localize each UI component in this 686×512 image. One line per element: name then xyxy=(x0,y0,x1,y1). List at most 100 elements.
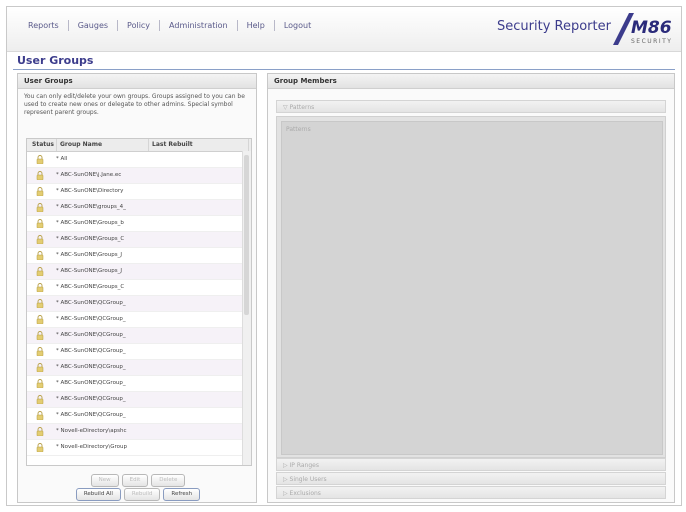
nav-logout[interactable]: Logout xyxy=(275,20,320,31)
last-rebuilt-cell xyxy=(144,248,240,263)
lock-icon xyxy=(27,216,53,231)
lock-icon xyxy=(27,376,53,391)
nav-help[interactable]: Help xyxy=(238,20,275,31)
panel-description: You can only edit/delete your own groups… xyxy=(24,93,245,116)
last-rebuilt-cell xyxy=(144,408,240,423)
nav-gauges[interactable]: Gauges xyxy=(69,20,119,31)
group-name-cell: * ABC-SunONE\Directory xyxy=(56,188,124,194)
app-window: Reports Gauges Policy Administration Hel… xyxy=(6,6,682,506)
table-row[interactable]: * Novell-eDirectory\apshc xyxy=(27,424,251,440)
last-rebuilt-cell xyxy=(144,216,240,231)
table-row[interactable]: * ABC-SunONE\QCGroup_ xyxy=(27,312,251,328)
nav-policy[interactable]: Policy xyxy=(118,20,161,31)
last-rebuilt-cell xyxy=(144,168,240,183)
last-rebuilt-cell xyxy=(144,296,240,311)
lock-icon xyxy=(27,232,53,247)
group-name-cell: * Novell-eDirectory\apshc xyxy=(56,428,127,434)
lock-icon xyxy=(27,392,53,407)
group-members-panel: Group Members ▽ Patterns Patterns ▷ IP R… xyxy=(267,73,675,503)
svg-text:SECURITY: SECURITY xyxy=(631,38,672,45)
table-row[interactable]: * ABC-SunONE\Groups_J xyxy=(27,248,251,264)
lock-icon xyxy=(27,408,53,423)
patterns-inner-label: Patterns xyxy=(286,126,311,133)
last-rebuilt-cell xyxy=(144,184,240,199)
column-status[interactable]: Status xyxy=(27,139,57,151)
lock-icon xyxy=(27,184,53,199)
last-rebuilt-cell xyxy=(144,392,240,407)
table-row[interactable]: * ABC-SunONE\QCGroup_ xyxy=(27,296,251,312)
group-name-cell: * ABC-SunONE\QCGroup_ xyxy=(56,380,126,386)
last-rebuilt-cell xyxy=(144,424,240,439)
lock-icon xyxy=(27,264,53,279)
last-rebuilt-cell xyxy=(144,200,240,215)
group-name-cell: * ABC-SunONE\QCGroup_ xyxy=(56,316,126,322)
lock-icon xyxy=(27,360,53,375)
new-button[interactable]: New xyxy=(90,474,119,487)
main-nav: Reports Gauges Policy Administration Hel… xyxy=(19,20,320,31)
table-row[interactable]: * ABC-SunONE\QCGroup_ xyxy=(27,344,251,360)
lock-icon xyxy=(27,440,53,455)
section-patterns[interactable]: ▽ Patterns xyxy=(276,100,666,113)
lock-icon xyxy=(27,296,53,311)
table-row[interactable]: * ABC-SunONE\Groups_C xyxy=(27,280,251,296)
delete-button[interactable]: Delete xyxy=(151,474,186,487)
lock-icon xyxy=(27,424,53,439)
last-rebuilt-cell xyxy=(144,312,240,327)
lock-icon xyxy=(27,344,53,359)
nav-reports[interactable]: Reports xyxy=(19,20,69,31)
section-single-users[interactable]: ▷ Single Users xyxy=(276,472,666,485)
button-row-rebuild: Rebuild All Rebuild Refresh xyxy=(18,488,258,501)
last-rebuilt-cell xyxy=(144,376,240,391)
section-patterns-label: Patterns xyxy=(289,104,315,111)
scrollbar-thumb[interactable] xyxy=(244,155,249,315)
edit-button[interactable]: Edit xyxy=(121,474,149,487)
last-rebuilt-cell xyxy=(144,232,240,247)
group-name-cell: * ABC-SunONE\Groups_C xyxy=(56,284,125,290)
rebuild-button[interactable]: Rebuild xyxy=(123,488,161,501)
column-last-rebuilt[interactable]: Last Rebuilt xyxy=(149,139,249,151)
table-row[interactable]: * ABC-SunONE\groups_4_ xyxy=(27,200,251,216)
table-row[interactable]: * Novell-eDirectory\Group xyxy=(27,440,251,456)
table-row[interactable]: * ABC-SunONE\Groups_b xyxy=(27,216,251,232)
section-exclusions-label: Exclusions xyxy=(289,490,321,497)
table-row[interactable]: * ABC-SunONE\QCGroup_ xyxy=(27,328,251,344)
lock-icon xyxy=(27,152,53,167)
last-rebuilt-cell xyxy=(144,280,240,295)
table-row[interactable]: * ABC-SunONE\QCGroup_ xyxy=(27,360,251,376)
page-title: User Groups xyxy=(17,54,94,67)
group-name-cell: * ABC-SunONE\Groups_C xyxy=(56,236,125,242)
table-scrollbar[interactable] xyxy=(242,151,251,465)
group-name-cell: * Novell-eDirectory\Group xyxy=(56,444,127,450)
button-row-edit: New Edit Delete xyxy=(18,474,258,487)
column-group-name[interactable]: Group Name xyxy=(57,139,149,151)
user-groups-panel-header: User Groups xyxy=(18,74,256,89)
group-name-cell: * ABC-SunONE\Groups_b xyxy=(56,220,124,226)
user-groups-panel: User Groups You can only edit/delete you… xyxy=(17,73,257,503)
table-row[interactable]: * ABC-SunONE\Groups_J xyxy=(27,264,251,280)
rebuild-all-button[interactable]: Rebuild All xyxy=(75,488,121,501)
group-name-cell: * ABC-SunONE\QCGroup_ xyxy=(56,332,126,338)
table-row[interactable]: * ABC-SunONE\Groups_C xyxy=(27,232,251,248)
table-row[interactable]: * ABC-SunONE\j.Jane.ec xyxy=(27,168,251,184)
last-rebuilt-cell xyxy=(144,152,240,167)
group-name-cell: * ABC-SunONE\Groups_J xyxy=(56,252,122,258)
patterns-body: Patterns xyxy=(276,116,666,458)
table-row[interactable]: * ABC-SunONE\QCGroup_ xyxy=(27,408,251,424)
section-exclusions[interactable]: ▷ Exclusions xyxy=(276,486,666,499)
nav-administration[interactable]: Administration xyxy=(160,20,238,31)
group-name-cell: * ABC-SunONE\groups_4_ xyxy=(56,204,126,210)
group-name-cell: * ABC-SunONE\QCGroup_ xyxy=(56,364,126,370)
table-row[interactable]: * ABC-SunONE\Directory xyxy=(27,184,251,200)
table-header: Status Group Name Last Rebuilt xyxy=(27,139,251,152)
table-row[interactable]: * ABC-SunONE\QCGroup_ xyxy=(27,392,251,408)
group-name-cell: * ABC-SunONE\QCGroup_ xyxy=(56,412,126,418)
lock-icon xyxy=(27,248,53,263)
table-row[interactable]: * All xyxy=(27,152,251,168)
section-single-users-label: Single Users xyxy=(289,476,327,483)
patterns-inner: Patterns xyxy=(281,121,663,455)
table-row[interactable]: * ABC-SunONE\QCGroup_ xyxy=(27,376,251,392)
refresh-button[interactable]: Refresh xyxy=(163,488,201,501)
section-ip-ranges[interactable]: ▷ IP Ranges xyxy=(276,458,666,471)
group-name-cell: * All xyxy=(56,156,68,162)
user-groups-table: Status Group Name Last Rebuilt * All * AB… xyxy=(26,138,252,466)
